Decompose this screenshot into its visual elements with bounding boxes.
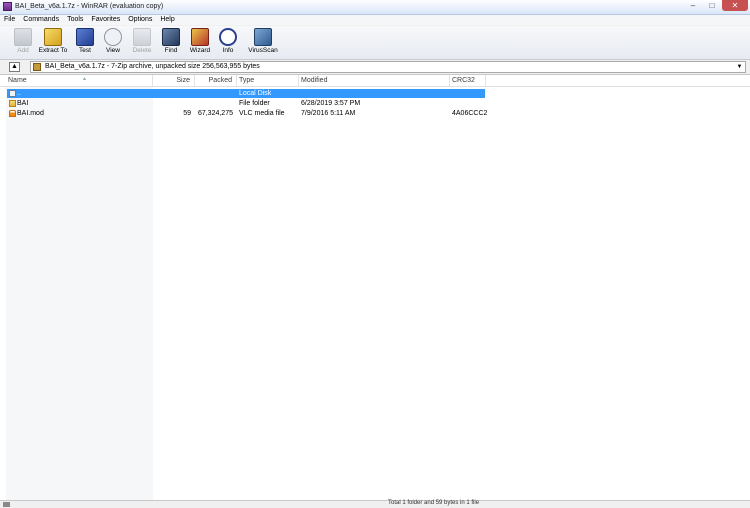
title-bar: BAI_Beta_v6a.1.7z - WinRAR (evaluation c…	[0, 0, 750, 15]
maximize-button[interactable]: □	[703, 0, 721, 11]
toolbar: Add Extract To Test View Delete Find Wiz…	[0, 26, 750, 60]
folder-icon	[9, 100, 16, 107]
menu-commands[interactable]: Commands	[19, 15, 63, 25]
archive-path-text: BAI_Beta_v6a.1.7z - 7-Zip archive, unpac…	[45, 63, 260, 70]
up-one-level-button[interactable]: ▲	[9, 62, 20, 72]
find-icon	[162, 28, 180, 46]
up-arrow-icon: ▲	[11, 63, 18, 70]
drive-icon	[3, 502, 10, 507]
file-list[interactable]: Name ▲ Size Packed Type Modified CRC32 .…	[0, 75, 750, 500]
column-header-size[interactable]: Size	[153, 75, 195, 86]
vlc-cone-icon	[9, 110, 16, 117]
up-folder-icon	[9, 90, 16, 97]
menu-favorites[interactable]: Favorites	[87, 15, 124, 25]
list-item-file[interactable]: BAI.mod 59 67,324,275 VLC media file 7/9…	[0, 109, 750, 118]
test-button[interactable]: Test	[70, 27, 100, 58]
list-header: Name ▲ Size Packed Type Modified CRC32	[0, 75, 750, 87]
path-dropdown-icon[interactable]: ▼	[735, 62, 744, 72]
list-item-parent[interactable]: .. Local Disk	[0, 89, 750, 98]
sort-ascending-icon: ▲	[82, 76, 87, 82]
column-header-modified[interactable]: Modified	[299, 75, 450, 86]
archive-path-field[interactable]: BAI_Beta_v6a.1.7z - 7-Zip archive, unpac…	[30, 61, 746, 73]
find-button[interactable]: Find	[156, 27, 186, 58]
add-archive-icon	[14, 28, 32, 46]
extract-to-button[interactable]: Extract To	[38, 27, 68, 58]
view-button[interactable]: View	[98, 27, 128, 58]
virusscan-icon	[254, 28, 272, 46]
status-text: Total 1 folder and 59 bytes in 1 file	[388, 500, 480, 506]
column-header-name[interactable]: Name ▲	[6, 75, 153, 86]
wizard-button[interactable]: Wizard	[185, 27, 215, 58]
menu-bar: File Commands Tools Favorites Options He…	[0, 15, 750, 25]
winrar-app-icon[interactable]	[3, 2, 12, 11]
list-item-folder[interactable]: BAI File folder 6/28/2019 3:57 PM	[0, 99, 750, 108]
menu-tools[interactable]: Tools	[63, 15, 87, 25]
close-button[interactable]: ✕	[722, 0, 748, 11]
window-controls: – □ ✕	[684, 0, 748, 12]
delete-icon	[133, 28, 151, 46]
view-icon	[104, 28, 122, 46]
column-header-packed[interactable]: Packed	[195, 75, 237, 86]
virusscan-button[interactable]: VirusScan	[246, 27, 280, 58]
info-icon	[219, 28, 237, 46]
wizard-icon	[191, 28, 209, 46]
extract-to-icon	[44, 28, 62, 46]
window-title: BAI_Beta_v6a.1.7z - WinRAR (evaluation c…	[15, 3, 164, 10]
info-button[interactable]: Info	[213, 27, 243, 58]
test-icon	[76, 28, 94, 46]
sorted-column-highlight	[6, 87, 153, 500]
archive-icon	[33, 63, 41, 71]
column-header-type[interactable]: Type	[237, 75, 299, 86]
menu-options[interactable]: Options	[124, 15, 156, 25]
menu-file[interactable]: File	[0, 15, 19, 25]
path-bar: ▲ BAI_Beta_v6a.1.7z - 7-Zip archive, unp…	[0, 60, 750, 75]
menu-help[interactable]: Help	[156, 15, 178, 25]
delete-button[interactable]: Delete	[127, 27, 157, 58]
add-button[interactable]: Add	[8, 27, 38, 58]
minimize-button[interactable]: –	[684, 0, 702, 11]
column-header-crc32[interactable]: CRC32	[450, 75, 486, 86]
